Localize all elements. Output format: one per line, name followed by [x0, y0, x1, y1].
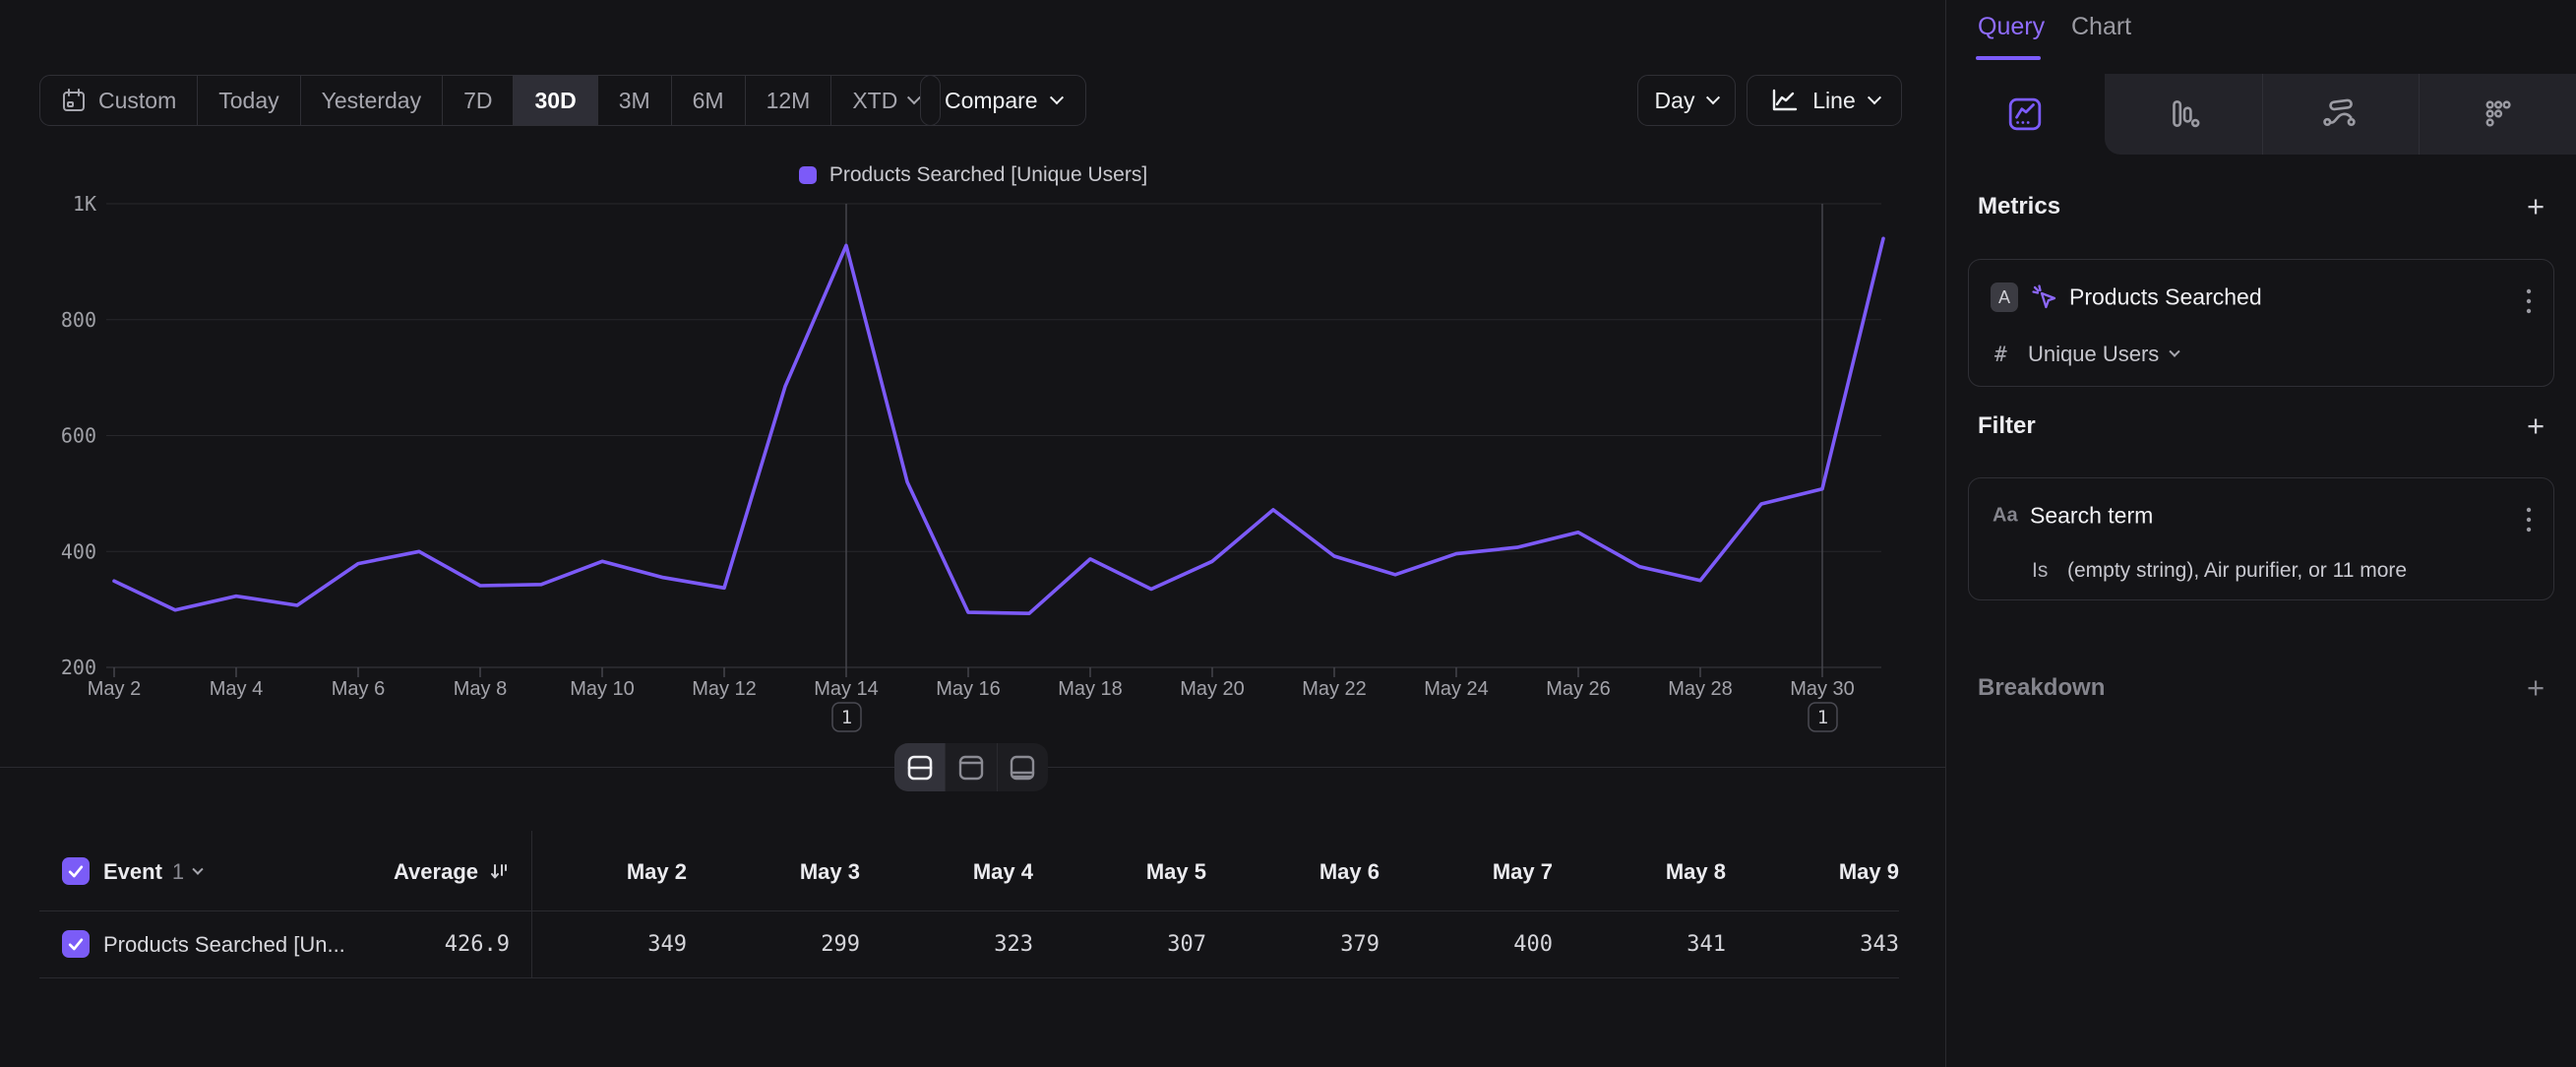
chevron-down-icon — [193, 864, 204, 875]
kebab-menu-icon[interactable] — [2526, 288, 2532, 319]
day-column-header[interactable]: May 5 — [1033, 859, 1206, 885]
event-column-header[interactable]: Event 1 — [103, 859, 202, 885]
layout-toggle-group — [894, 743, 1048, 791]
click-pointer-icon — [2030, 282, 2059, 312]
day-value-cell: 299 — [687, 932, 860, 957]
tab-retention[interactable] — [2419, 74, 2576, 155]
y-axis-tick-label: 1K — [73, 192, 96, 216]
day-column-header[interactable]: May 8 — [1553, 859, 1726, 885]
metric-card[interactable]: A Products Searched # Unique U — [1968, 259, 2554, 387]
text-property-icon: Aa — [1993, 505, 2018, 528]
tab-insights[interactable] — [1946, 74, 2104, 155]
sort-descending-icon — [488, 861, 510, 883]
filter-card[interactable]: Aa Search term Is (empty string), Air pu… — [1968, 477, 2554, 600]
x-axis-tick-label: May 22 — [1302, 678, 1367, 700]
day-column-header[interactable]: May 7 — [1380, 859, 1553, 885]
filter-operator[interactable]: Is — [2032, 559, 2048, 583]
x-axis-tick-label: May 24 — [1424, 678, 1489, 700]
row-checkbox[interactable] — [62, 930, 90, 958]
day-column-header[interactable]: May 6 — [1206, 859, 1380, 885]
x-axis-tick-label: May 4 — [210, 678, 263, 700]
tab-chart[interactable]: Chart — [2071, 13, 2131, 41]
day-column-header[interactable]: May 4 — [860, 859, 1033, 885]
series-line[interactable] — [114, 238, 1883, 613]
day-column-header[interactable]: May 3 — [687, 859, 860, 885]
add-metric-button[interactable]: + — [2521, 189, 2550, 224]
y-axis-tick-label: 800 — [61, 308, 96, 332]
average-value-cell: 426.9 — [325, 932, 510, 957]
y-axis-tick-label: 200 — [61, 656, 96, 679]
metrics-heading: Metrics — [1978, 193, 2060, 220]
x-axis-tick-label: May 2 — [88, 678, 141, 700]
y-axis-tick-label: 400 — [61, 539, 96, 563]
x-axis-tick-label: May 28 — [1668, 678, 1733, 700]
kebab-menu-icon[interactable] — [2526, 507, 2532, 537]
x-axis-tick-label: May 10 — [570, 678, 635, 700]
retention-icon — [2480, 96, 2515, 132]
number-type-icon: # — [1994, 343, 2007, 366]
x-axis-tick-label: May 8 — [454, 678, 507, 700]
tab-query[interactable]: Query — [1978, 13, 2045, 41]
aggregation-dropdown[interactable]: Unique Users — [2028, 342, 2178, 367]
check-icon — [66, 861, 86, 881]
chart-only-view-icon — [956, 754, 986, 782]
funnels-icon — [2166, 96, 2201, 132]
annotation-count-label: 1 — [841, 707, 852, 728]
day-column-header[interactable]: May 2 — [514, 859, 687, 885]
table-view-icon — [1008, 754, 1037, 782]
metric-name: Products Searched — [2069, 284, 2262, 311]
trend-line-chart[interactable]: 200 400 600 800 1K May 2 May 4 May 6 May 8 May 10… — [0, 0, 1946, 758]
active-tab-underline — [1976, 56, 2041, 60]
filter-value[interactable]: (empty string), Air purifier, or 11 more — [2067, 559, 2407, 583]
table-row[interactable]: Products Searched [Un... 426.9 349 299 3… — [0, 910, 1946, 977]
filter-property-name: Search term — [2030, 503, 2153, 530]
x-axis-tick-label: May 30 — [1790, 678, 1855, 700]
day-column-header[interactable]: May 9 — [1726, 859, 1899, 885]
report-main-area: Custom Today Yesterday 7D 30D 3M 6M 12M … — [0, 0, 1946, 1067]
day-value-cell: 341 — [1553, 932, 1726, 957]
y-axis-tick-label: 600 — [61, 424, 96, 448]
x-axis-tick-label: May 20 — [1180, 678, 1245, 700]
table-header-row: Event 1 Average May 2 May 3 May 4 May 5 … — [0, 832, 1946, 910]
average-column-header[interactable]: Average — [295, 859, 510, 885]
day-value-cell: 343 — [1726, 932, 1899, 957]
x-axis-tick-label: May 12 — [692, 678, 757, 700]
add-filter-button[interactable]: + — [2521, 408, 2550, 444]
day-value-cell: 349 — [514, 932, 687, 957]
check-icon — [66, 934, 86, 954]
x-axis-tick-label: May 14 — [814, 678, 879, 700]
day-value-cell: 400 — [1380, 932, 1553, 957]
x-axis-tick-label: May 18 — [1058, 678, 1123, 700]
table-view-button[interactable] — [997, 743, 1048, 791]
chart-only-view-button[interactable] — [945, 743, 996, 791]
add-breakdown-button[interactable]: + — [2521, 670, 2550, 706]
split-view-icon — [905, 754, 935, 782]
tab-flows[interactable] — [2261, 74, 2419, 155]
day-value-cell: 323 — [860, 932, 1033, 957]
chevron-down-icon — [2170, 346, 2180, 357]
x-axis-tick-label: May 16 — [936, 678, 1001, 700]
x-axis-tick-label: May 26 — [1546, 678, 1611, 700]
tab-funnels[interactable] — [2105, 74, 2262, 155]
metric-letter-badge: A — [1991, 282, 2018, 312]
split-view-button[interactable] — [894, 743, 945, 791]
report-type-tabs — [1946, 74, 2576, 155]
table-divider — [39, 977, 1899, 978]
x-axis-tick-label: May 6 — [332, 678, 385, 700]
breakdown-heading: Breakdown — [1978, 674, 2105, 702]
analytics-app: Custom Today Yesterday 7D 30D 3M 6M 12M … — [0, 0, 2576, 1067]
annotation-count-label: 1 — [1817, 707, 1828, 728]
day-value-cell: 307 — [1033, 932, 1206, 957]
query-builder-panel: Query Chart — [1946, 0, 2576, 1067]
day-value-cell: 379 — [1206, 932, 1380, 957]
select-all-checkbox[interactable] — [62, 857, 90, 885]
insights-icon — [2007, 96, 2043, 132]
flows-icon — [2322, 96, 2358, 132]
filter-heading: Filter — [1978, 412, 2036, 440]
